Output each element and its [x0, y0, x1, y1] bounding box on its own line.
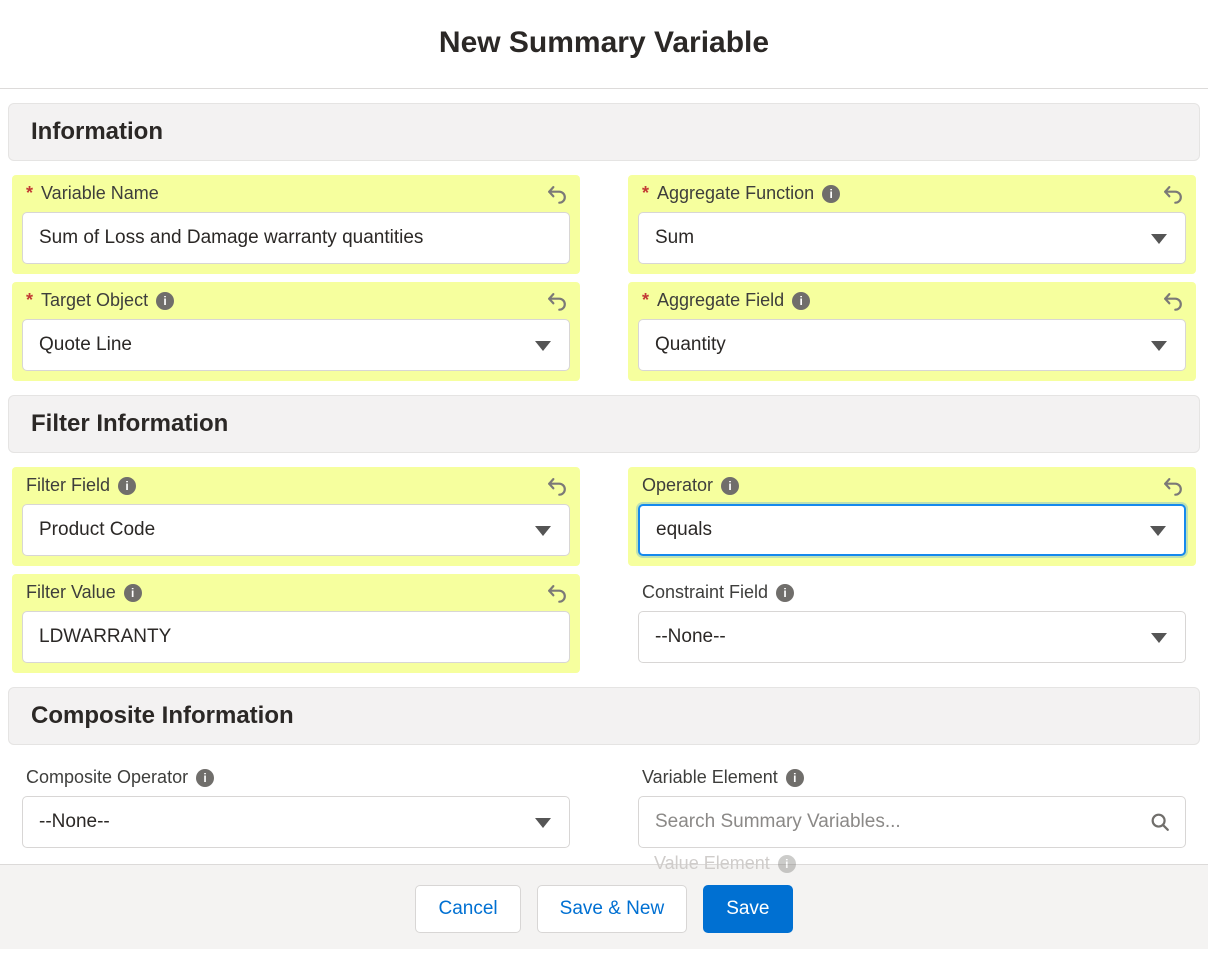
info-icon[interactable]: i [124, 584, 142, 602]
cancel-button[interactable]: Cancel [415, 885, 520, 933]
section-composite-header: Composite Information [8, 687, 1200, 745]
undo-icon[interactable] [546, 582, 568, 604]
info-icon[interactable]: i [156, 292, 174, 310]
required-asterisk: * [642, 183, 649, 204]
info-icon[interactable]: i [196, 769, 214, 787]
label-variable-element: Variable Element [642, 767, 778, 788]
undo-icon[interactable] [1162, 290, 1184, 312]
select-filter-field[interactable]: Product Code [22, 504, 570, 556]
select-composite-operator[interactable]: --None-- [22, 796, 570, 848]
info-icon[interactable]: i [721, 477, 739, 495]
field-filter-field: Filter Field i Product Code [12, 467, 580, 566]
field-target-object: * Target Object i Quote Line [12, 282, 580, 381]
undo-icon[interactable] [546, 475, 568, 497]
required-asterisk: * [26, 290, 33, 311]
info-icon[interactable]: i [792, 292, 810, 310]
label-constraint-field: Constraint Field [642, 582, 768, 603]
required-asterisk: * [26, 183, 33, 204]
select-aggregate-function[interactable]: Sum [638, 212, 1186, 264]
select-aggregate-field[interactable]: Quantity [638, 319, 1186, 371]
undo-icon[interactable] [1162, 475, 1184, 497]
label-variable-name: Variable Name [41, 183, 159, 204]
undo-icon[interactable] [1162, 183, 1184, 205]
field-constraint-field: Constraint Field i --None-- [628, 574, 1196, 673]
label-composite-operator: Composite Operator [26, 767, 188, 788]
search-icon [1149, 811, 1171, 833]
input-filter-value[interactable] [22, 611, 570, 663]
input-variable-name[interactable] [22, 212, 570, 264]
label-operator: Operator [642, 475, 713, 496]
field-variable-element: Variable Element i [628, 759, 1196, 858]
label-filter-field: Filter Field [26, 475, 110, 496]
info-icon[interactable]: i [822, 185, 840, 203]
select-constraint-field[interactable]: --None-- [638, 611, 1186, 663]
undo-icon[interactable] [546, 290, 568, 312]
field-variable-name: * Variable Name [12, 175, 580, 274]
field-aggregate-function: * Aggregate Function i Sum [628, 175, 1196, 274]
info-icon[interactable]: i [786, 769, 804, 787]
label-aggregate-function: Aggregate Function [657, 183, 814, 204]
label-aggregate-field: Aggregate Field [657, 290, 784, 311]
field-operator: Operator i equals [628, 467, 1196, 566]
label-target-object: Target Object [41, 290, 148, 311]
info-icon[interactable]: i [776, 584, 794, 602]
info-icon[interactable]: i [118, 477, 136, 495]
section-information-header: Information [8, 103, 1200, 161]
lookup-variable-element[interactable] [638, 796, 1186, 848]
field-aggregate-field: * Aggregate Field i Quantity [628, 282, 1196, 381]
select-operator[interactable]: equals [638, 504, 1186, 556]
divider [0, 88, 1208, 89]
required-asterisk: * [642, 290, 649, 311]
footer: Value Element i Cancel Save & New Save [0, 864, 1208, 949]
field-composite-operator: Composite Operator i --None-- [12, 759, 580, 858]
undo-icon[interactable] [546, 183, 568, 205]
page-title: New Summary Variable [0, 0, 1208, 88]
field-filter-value: Filter Value i [12, 574, 580, 673]
label-filter-value: Filter Value [26, 582, 116, 603]
save-button[interactable]: Save [703, 885, 792, 933]
save-and-new-button[interactable]: Save & New [537, 885, 688, 933]
select-target-object[interactable]: Quote Line [22, 319, 570, 371]
section-filter-header: Filter Information [8, 395, 1200, 453]
